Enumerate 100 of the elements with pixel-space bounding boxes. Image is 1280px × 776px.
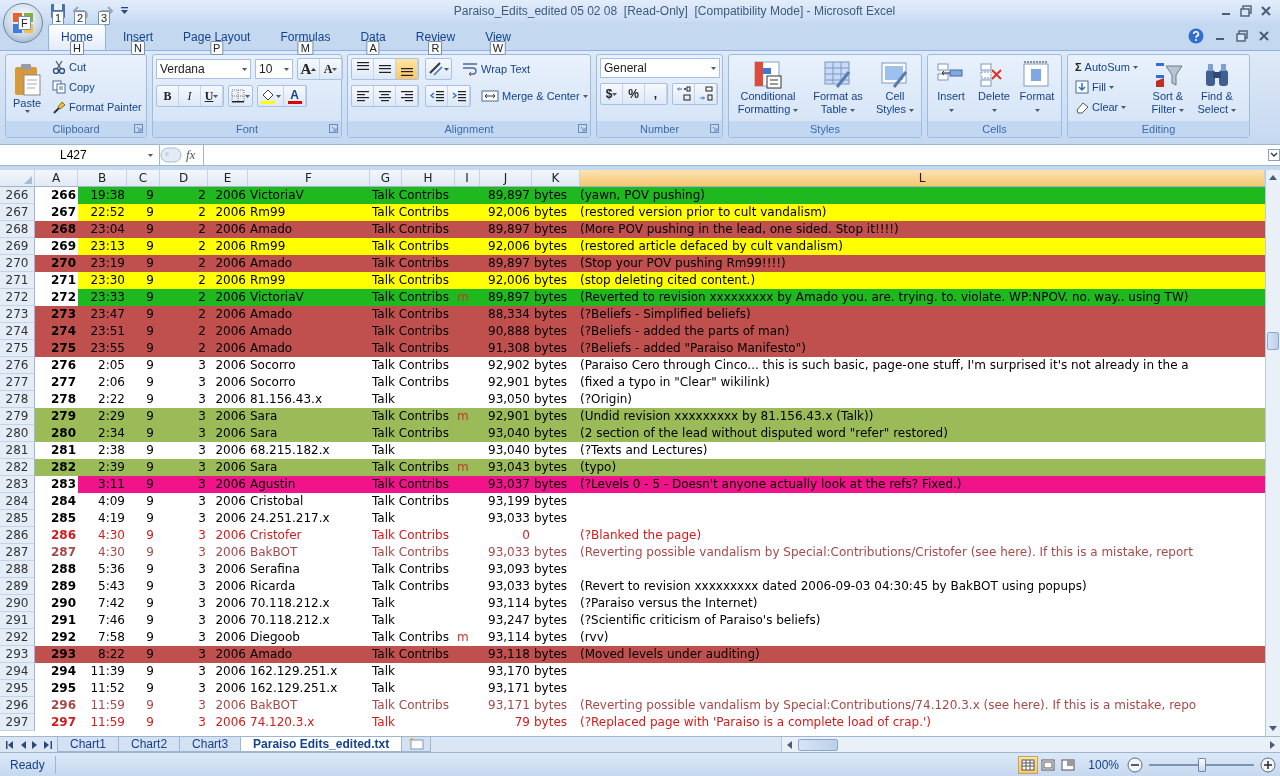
- fill-color-button[interactable]: [258, 86, 284, 106]
- row-header[interactable]: 270: [0, 255, 35, 272]
- format-cells-button[interactable]: Format: [1017, 58, 1057, 121]
- zoom-level[interactable]: 100%: [1078, 755, 1127, 774]
- scroll-right-icon[interactable]: [1270, 740, 1276, 749]
- column-header[interactable]: C: [127, 170, 160, 186]
- delete-cells-button[interactable]: Delete: [974, 58, 1014, 121]
- row-header[interactable]: 267: [0, 204, 35, 221]
- scroll-thumb[interactable]: [1267, 332, 1279, 350]
- row-header[interactable]: 281: [0, 442, 35, 459]
- row-header[interactable]: 297: [0, 714, 35, 731]
- row-header[interactable]: 292: [0, 629, 35, 646]
- fill-button[interactable]: Fill: [1071, 78, 1142, 96]
- row-header[interactable]: 291: [0, 612, 35, 629]
- scroll-thumb[interactable]: [798, 738, 839, 751]
- column-header[interactable]: H: [402, 170, 455, 186]
- font-color-button[interactable]: A: [284, 86, 306, 106]
- borders-button[interactable]: [228, 85, 253, 107]
- merge-center-button[interactable]: Merge & Center: [477, 87, 592, 105]
- row-header[interactable]: 295: [0, 680, 35, 697]
- row-header[interactable]: 276: [0, 357, 35, 374]
- row-header[interactable]: 283: [0, 476, 35, 493]
- expand-formula-icon[interactable]: [1268, 149, 1280, 161]
- grow-font-button[interactable]: A: [298, 59, 320, 79]
- row-header[interactable]: 269: [0, 238, 35, 255]
- comma-button[interactable]: ,: [645, 84, 667, 104]
- zoom-in-icon[interactable]: [1260, 756, 1276, 773]
- bold-button[interactable]: B: [157, 86, 179, 106]
- row-header[interactable]: 266: [0, 187, 35, 204]
- column-header[interactable]: G: [370, 170, 402, 186]
- clear-button[interactable]: Clear: [1071, 98, 1142, 116]
- cut-button[interactable]: Cut: [48, 58, 146, 76]
- copy-button[interactable]: Copy: [48, 78, 146, 96]
- help-icon[interactable]: [1188, 28, 1204, 44]
- row-header[interactable]: 288: [0, 561, 35, 578]
- zoom-out-icon[interactable]: [1127, 756, 1143, 773]
- restore-icon[interactable]: [1236, 30, 1248, 42]
- sheet-tab[interactable]: Paraiso Edits_edited.txt: [240, 737, 403, 752]
- paste-button[interactable]: Paste: [9, 58, 45, 121]
- slider-thumb[interactable]: [1197, 757, 1206, 772]
- font-size-field[interactable]: 10: [255, 59, 293, 79]
- italic-button[interactable]: I: [179, 86, 201, 106]
- previous-sheet-icon[interactable]: [20, 740, 26, 749]
- first-sheet-icon[interactable]: [6, 740, 14, 749]
- close-icon[interactable]: [1258, 30, 1270, 42]
- scroll-down-icon[interactable]: [1269, 726, 1277, 732]
- row-header[interactable]: 275: [0, 340, 35, 357]
- close-icon[interactable]: [1260, 5, 1272, 17]
- format-painter-button[interactable]: Format Painter: [48, 98, 146, 116]
- name-box[interactable]: L427: [0, 145, 160, 165]
- font-name-field[interactable]: Verdana: [156, 59, 251, 79]
- currency-button[interactable]: $: [601, 84, 623, 104]
- row-header[interactable]: 293: [0, 646, 35, 663]
- vertical-scrollbar[interactable]: [1265, 170, 1280, 736]
- sort-filter-button[interactable]: Sort & Filter: [1144, 58, 1191, 121]
- row-header[interactable]: 289: [0, 578, 35, 595]
- row-header[interactable]: 274: [0, 323, 35, 340]
- percent-button[interactable]: %: [623, 84, 645, 104]
- scroll-left-icon[interactable]: [786, 740, 793, 749]
- row-header[interactable]: 290: [0, 595, 35, 612]
- find-select-button[interactable]: Find & Select: [1193, 58, 1240, 121]
- column-header[interactable]: B: [78, 170, 127, 186]
- underline-button[interactable]: U: [201, 86, 223, 106]
- column-header[interactable]: J: [480, 170, 532, 186]
- view-button[interactable]: [1018, 755, 1039, 774]
- sheet-tab[interactable]: Chart3: [179, 737, 242, 752]
- column-header[interactable]: L: [580, 170, 1265, 186]
- number-format-field[interactable]: General: [600, 58, 720, 78]
- next-sheet-icon[interactable]: [32, 740, 38, 749]
- orientation-button[interactable]: [425, 58, 452, 80]
- row-header[interactable]: 272: [0, 289, 35, 306]
- conditional-formatting-button[interactable]: Conditional Formatting: [732, 58, 804, 121]
- autosum-button[interactable]: Σ AutoSum: [1071, 58, 1142, 76]
- row-header[interactable]: 294: [0, 663, 35, 680]
- column-header[interactable]: F: [248, 170, 370, 186]
- insert-cells-button[interactable]: Insert: [931, 58, 971, 121]
- column-header[interactable]: I: [455, 170, 480, 186]
- column-header[interactable]: D: [160, 170, 208, 186]
- cell-styles-button[interactable]: Cell Styles: [872, 58, 918, 121]
- sheet-tab[interactable]: Chart2: [118, 737, 181, 752]
- scroll-up-icon[interactable]: [1269, 174, 1277, 180]
- column-header[interactable]: E: [208, 170, 248, 186]
- shrink-font-button[interactable]: A: [320, 59, 342, 79]
- column-header[interactable]: A: [35, 170, 78, 186]
- format-as-table-button[interactable]: Format as Table: [807, 58, 869, 121]
- sheet-tab[interactable]: Chart1: [57, 737, 120, 752]
- row-header[interactable]: 271: [0, 272, 35, 289]
- row-header[interactable]: 284: [0, 493, 35, 510]
- row-header[interactable]: 282: [0, 459, 35, 476]
- row-header[interactable]: 286: [0, 527, 35, 544]
- row-header[interactable]: 296: [0, 697, 35, 714]
- row-header[interactable]: 268: [0, 221, 35, 238]
- row-header[interactable]: 285: [0, 510, 35, 527]
- row-header[interactable]: 273: [0, 306, 35, 323]
- row-header[interactable]: 279: [0, 408, 35, 425]
- maximize-icon[interactable]: [1240, 5, 1252, 17]
- vertical-align-button[interactable]: [396, 59, 418, 79]
- row-header[interactable]: 277: [0, 374, 35, 391]
- row-header[interactable]: 278: [0, 391, 35, 408]
- last-sheet-icon[interactable]: [44, 740, 52, 749]
